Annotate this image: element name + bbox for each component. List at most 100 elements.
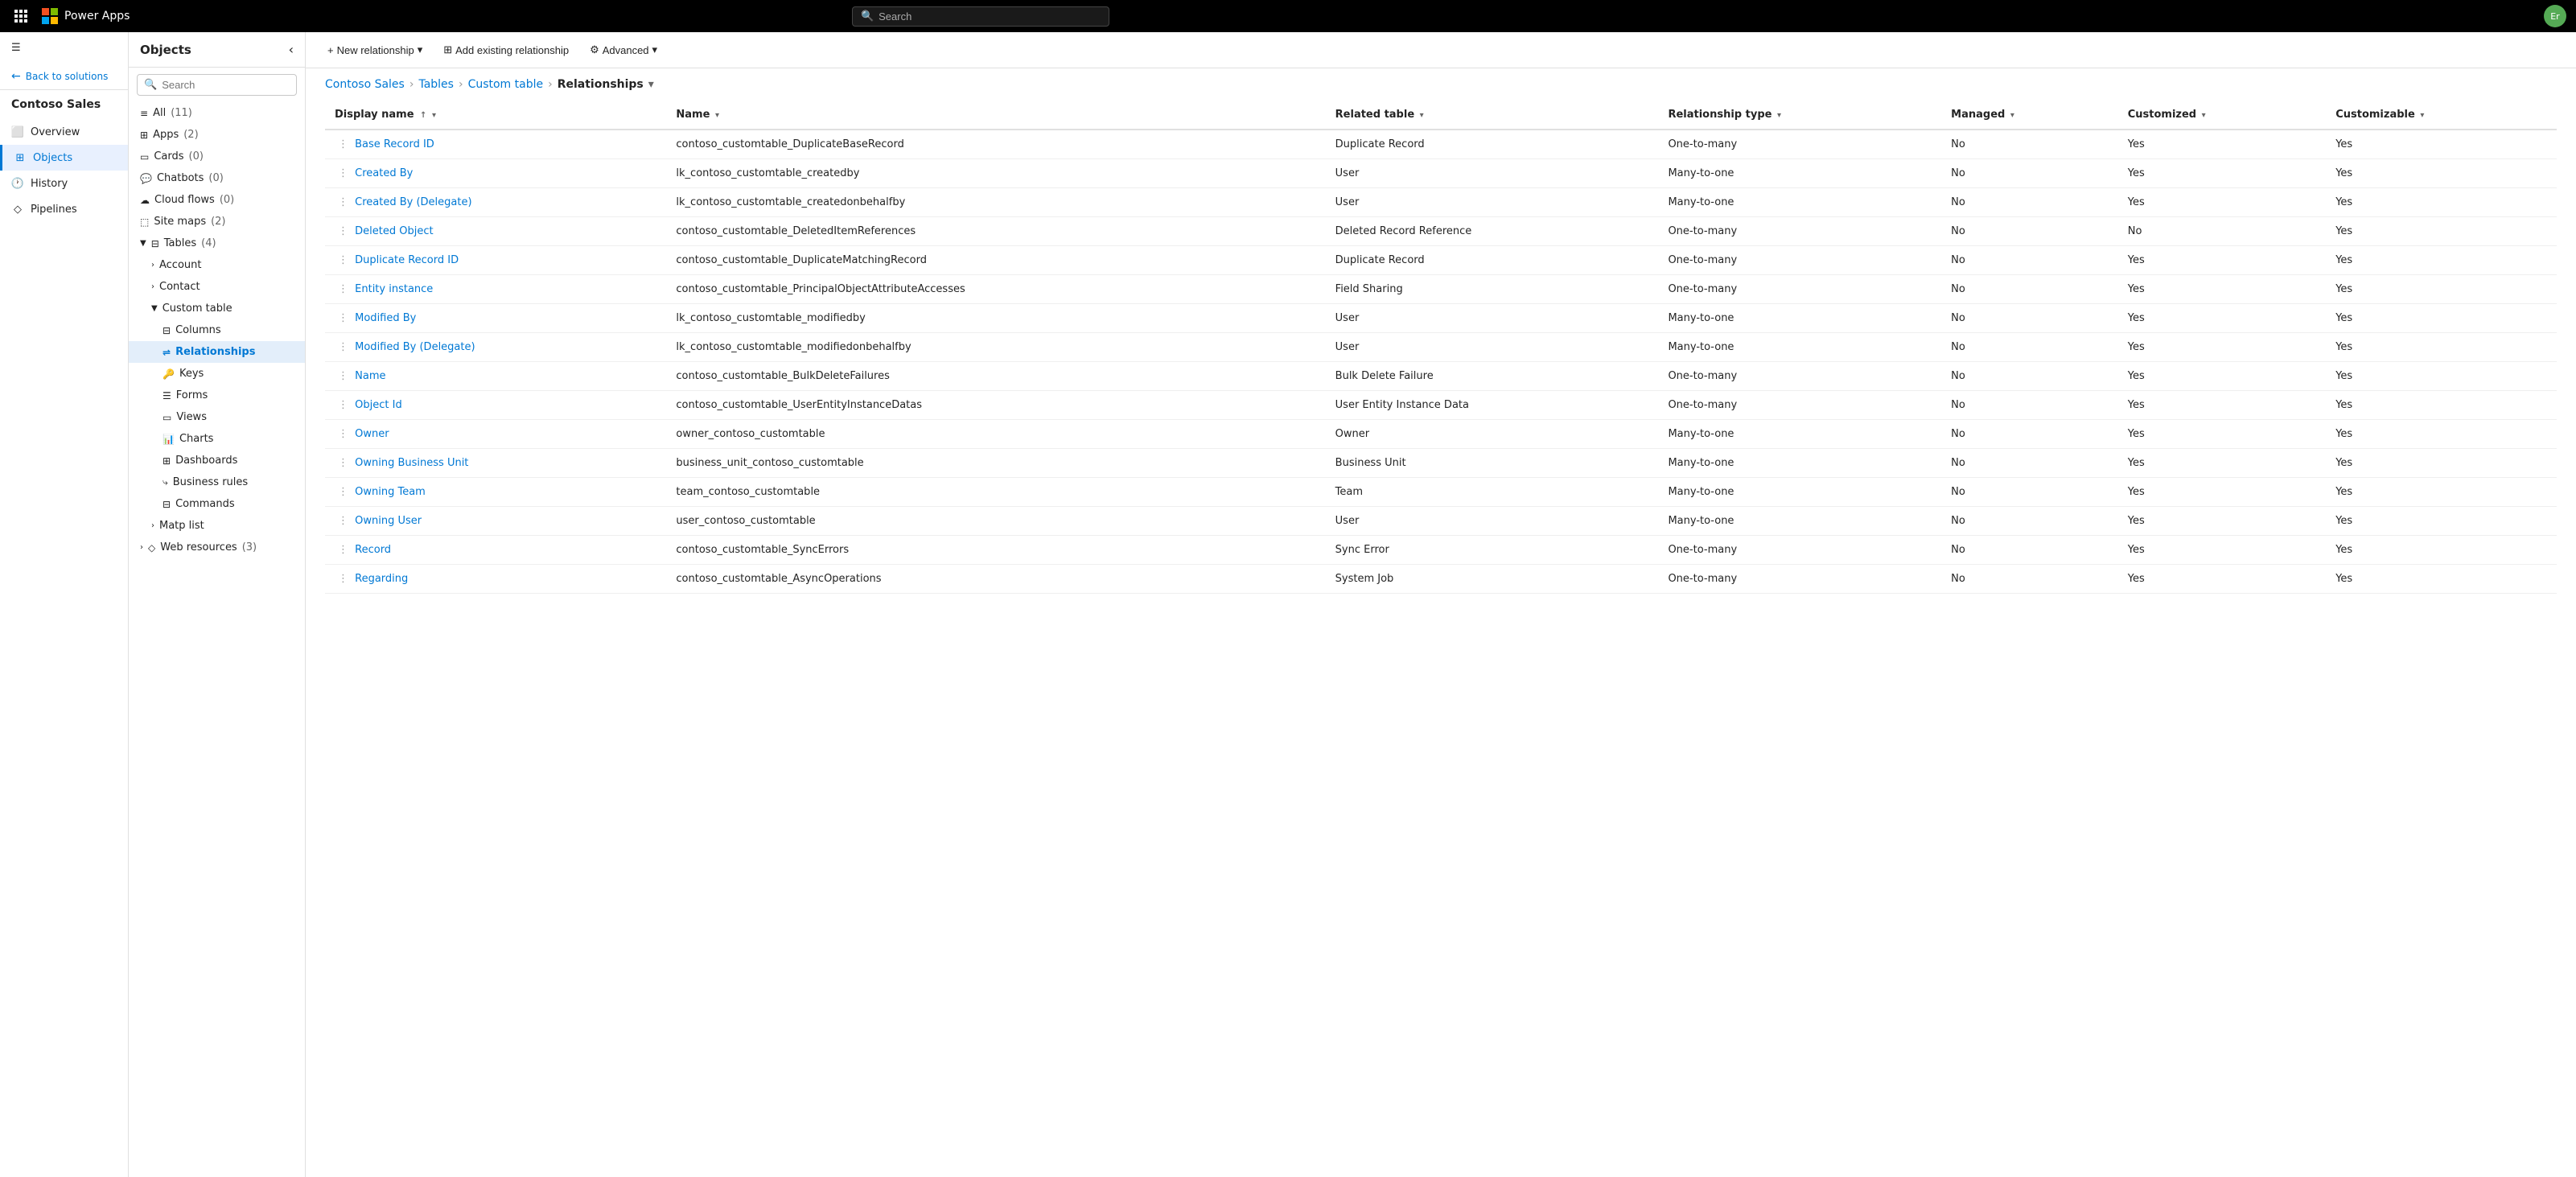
row-menu[interactable]: ⋮ <box>335 542 352 558</box>
display-name-value[interactable]: Modified By (Delegate) <box>355 341 475 353</box>
col-display-name[interactable]: Display name ↑ ▾ <box>325 101 666 130</box>
display-name-value[interactable]: Regarding <box>355 573 408 585</box>
col-managed[interactable]: Managed ▾ <box>1941 101 2118 130</box>
row-menu[interactable]: ⋮ <box>335 571 352 586</box>
sidebar-search-input[interactable] <box>162 79 290 91</box>
cell-related-table: User <box>1326 188 1659 217</box>
sidebar-search-bar[interactable]: 🔍 <box>137 74 297 96</box>
col-name[interactable]: Name ▾ <box>666 101 1325 130</box>
row-menu[interactable]: ⋮ <box>335 224 352 239</box>
sidebar-item-pipelines[interactable]: ◇ Pipelines <box>0 196 128 222</box>
filter-icon5[interactable]: ▾ <box>2010 111 2014 120</box>
advanced-button[interactable]: ⚙ Advanced ▾ <box>581 39 666 61</box>
filter-icon4[interactable]: ▾ <box>1777 111 1781 120</box>
display-name-value[interactable]: Object Id <box>355 399 402 411</box>
sidebar-item-charts[interactable]: 📊 Charts <box>129 428 305 450</box>
display-name-value[interactable]: Entity instance <box>355 283 433 295</box>
breadcrumb-tables[interactable]: Tables <box>418 78 454 91</box>
breadcrumb-contoso-sales[interactable]: Contoso Sales <box>325 78 405 91</box>
sidebar-item-history[interactable]: 🕐 History <box>0 171 128 196</box>
cell-customized: Yes <box>2118 362 2326 391</box>
filter-icon7[interactable]: ▾ <box>2420 111 2424 120</box>
sidebar-item-tables[interactable]: ▼ ⊟ Tables (4) <box>129 233 305 254</box>
display-name-value[interactable]: Deleted Object <box>355 225 433 237</box>
sidebar-item-contact[interactable]: › Contact <box>129 276 305 298</box>
display-name-value[interactable]: Record <box>355 544 391 556</box>
sidebar-item-all[interactable]: ≡ All (11) <box>129 102 305 124</box>
sidebar-item-chatbots[interactable]: 💬 Chatbots (0) <box>129 167 305 189</box>
row-menu[interactable]: ⋮ <box>335 513 352 529</box>
collapse-sidebar-icon[interactable]: ‹ <box>289 42 294 57</box>
display-name-value[interactable]: Owner <box>355 428 389 440</box>
sidebar-item-cloud-flows[interactable]: ☁ Cloud flows (0) <box>129 189 305 211</box>
col-customizable[interactable]: Customizable ▾ <box>2326 101 2557 130</box>
row-menu[interactable]: ⋮ <box>335 311 352 326</box>
sidebar-item-custom-table[interactable]: ▼ Custom table <box>129 298 305 319</box>
sidebar-item-commands[interactable]: ⊟ Commands <box>129 493 305 515</box>
cell-related-table: Business Unit <box>1326 449 1659 478</box>
display-name-value[interactable]: Owning User <box>355 515 422 527</box>
search-input[interactable] <box>879 10 1101 23</box>
sidebar-item-apps[interactable]: ⊞ Apps (2) <box>129 124 305 146</box>
col-related-table[interactable]: Related table ▾ <box>1326 101 1659 130</box>
row-menu[interactable]: ⋮ <box>335 340 352 355</box>
sidebar-item-matp-list[interactable]: › Matp list <box>129 515 305 537</box>
filter-icon2[interactable]: ▾ <box>715 111 719 120</box>
new-relationship-button[interactable]: + New relationship ▾ <box>319 39 431 61</box>
sidebar-item-keys[interactable]: 🔑 Keys <box>129 363 305 385</box>
row-menu[interactable]: ⋮ <box>335 368 352 384</box>
commands-icon: ⊟ <box>163 499 171 510</box>
breadcrumb-dropdown-icon[interactable]: ▾ <box>648 78 654 91</box>
chevron-right-icon: › <box>151 261 154 270</box>
sidebar-item-objects[interactable]: ⊞ Objects <box>0 145 128 171</box>
cell-name: team_contoso_customtable <box>666 478 1325 507</box>
display-name-value[interactable]: Base Record ID <box>355 138 434 150</box>
add-existing-relationship-button[interactable]: ⊞ Add existing relationship <box>434 39 578 61</box>
sidebar-item-views[interactable]: ▭ Views <box>129 406 305 428</box>
avatar[interactable]: Er <box>2544 5 2566 27</box>
hamburger-icon[interactable]: ☰ <box>0 32 128 64</box>
sidebar-item-cards[interactable]: ▭ Cards (0) <box>129 146 305 167</box>
sidebar-item-business-rules[interactable]: ⤷ Business rules <box>129 471 305 493</box>
search-bar[interactable]: 🔍 <box>852 6 1109 27</box>
filter-icon3[interactable]: ▾ <box>1420 111 1424 120</box>
chevron-right-icon4: › <box>140 543 143 552</box>
sidebar-item-columns[interactable]: ⊟ Columns <box>129 319 305 341</box>
row-menu[interactable]: ⋮ <box>335 137 352 152</box>
table-row: ⋮ Record contoso_customtable_SyncErrors … <box>325 536 2557 565</box>
display-name-value[interactable]: Modified By <box>355 312 416 324</box>
col-customized[interactable]: Customized ▾ <box>2118 101 2326 130</box>
row-menu[interactable]: ⋮ <box>335 426 352 442</box>
row-menu[interactable]: ⋮ <box>335 195 352 210</box>
row-menu[interactable]: ⋮ <box>335 282 352 297</box>
cell-managed: No <box>1941 536 2118 565</box>
display-name-value[interactable]: Owning Business Unit <box>355 457 468 469</box>
cell-related-table: User <box>1326 304 1659 333</box>
back-to-solutions[interactable]: ← Back to solutions <box>0 64 128 90</box>
filter-icon[interactable]: ▾ <box>432 111 436 120</box>
sidebar-item-account[interactable]: › Account <box>129 254 305 276</box>
sidebar-item-site-maps[interactable]: ⬚ Site maps (2) <box>129 211 305 233</box>
row-menu[interactable]: ⋮ <box>335 484 352 500</box>
breadcrumb-custom-table[interactable]: Custom table <box>468 78 544 91</box>
sidebar-header: Objects ‹ <box>129 32 305 68</box>
table-row: ⋮ Name contoso_customtable_BulkDeleteFai… <box>325 362 2557 391</box>
sidebar-item-overview[interactable]: ⬜ Overview <box>0 119 128 145</box>
waffle-icon[interactable] <box>10 5 32 27</box>
row-menu[interactable]: ⋮ <box>335 166 352 181</box>
sidebar-item-relationships[interactable]: ⇌ Relationships <box>129 341 305 363</box>
row-menu[interactable]: ⋮ <box>335 455 352 471</box>
display-name-value[interactable]: Created By <box>355 167 413 179</box>
col-relationship-type[interactable]: Relationship type ▾ <box>1658 101 1941 130</box>
display-name-value[interactable]: Created By (Delegate) <box>355 196 471 208</box>
filter-icon6[interactable]: ▾ <box>2202 111 2206 120</box>
display-name-value[interactable]: Duplicate Record ID <box>355 254 459 266</box>
sidebar-item-dashboards[interactable]: ⊞ Dashboards <box>129 450 305 471</box>
sort-icon: ↑ <box>420 111 426 120</box>
display-name-value[interactable]: Name <box>355 370 385 382</box>
row-menu[interactable]: ⋮ <box>335 397 352 413</box>
display-name-value[interactable]: Owning Team <box>355 486 426 498</box>
sidebar-item-web-resources[interactable]: › ◇ Web resources (3) <box>129 537 305 558</box>
row-menu[interactable]: ⋮ <box>335 253 352 268</box>
sidebar-item-forms[interactable]: ☰ Forms <box>129 385 305 406</box>
